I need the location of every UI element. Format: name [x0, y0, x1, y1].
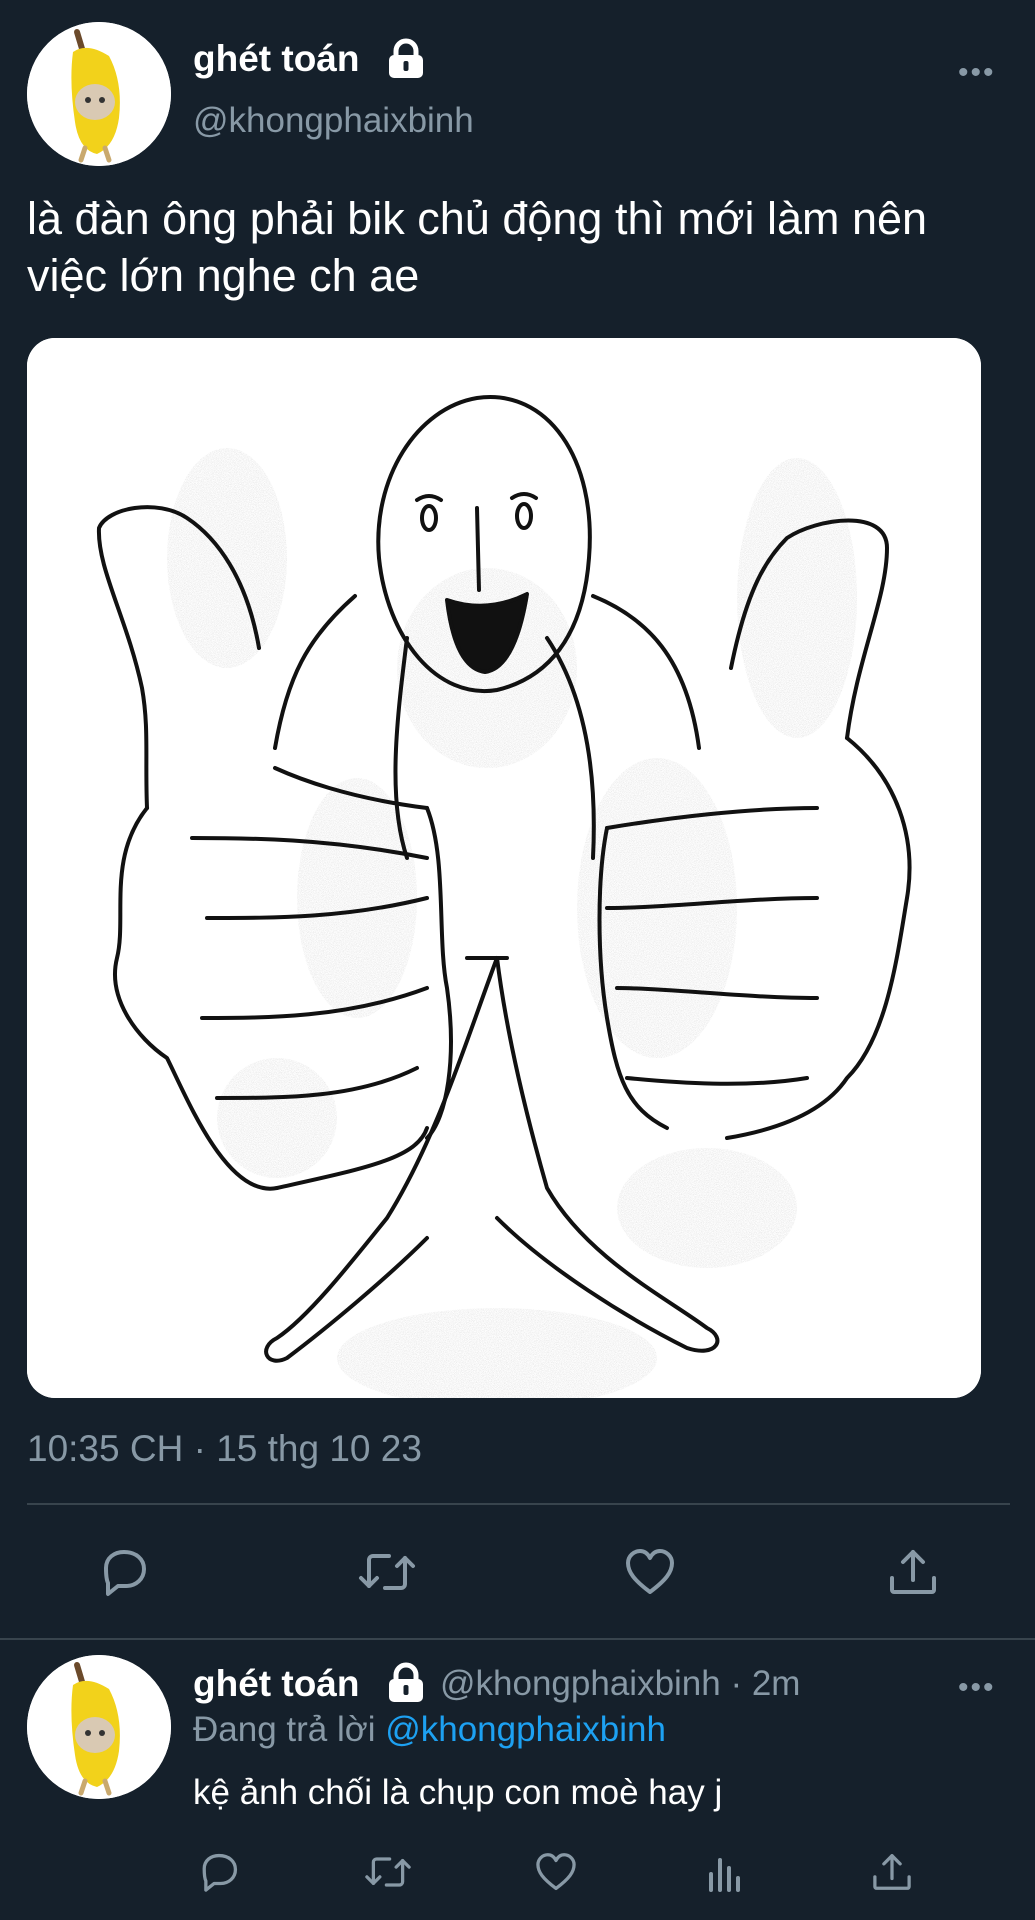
banana-cat-avatar-icon [27, 22, 171, 166]
display-name[interactable]: ghét toán [193, 38, 359, 80]
retweet-icon[interactable] [355, 1546, 419, 1598]
tweet-timestamp[interactable]: 10:35 CH · 15 thg 10 23 [27, 1428, 422, 1470]
tweet-text: là đàn ông phải bik chủ động thì mới làm… [27, 193, 928, 301]
replying-to-label: Đang trả lời [193, 1710, 376, 1749]
like-icon[interactable] [622, 1546, 678, 1598]
analytics-icon[interactable] [703, 1850, 747, 1894]
lock-icon [389, 38, 423, 78]
reply-text: kệ ảnh chối là chụp con moè hay j [193, 1773, 723, 1812]
more-options-icon[interactable]: ••• [958, 56, 996, 90]
share-icon[interactable] [886, 1546, 940, 1598]
reply-icon[interactable] [96, 1546, 152, 1598]
retweet-icon[interactable] [362, 1850, 414, 1894]
like-icon[interactable] [533, 1850, 579, 1894]
tweet-image[interactable] [27, 338, 981, 1398]
lock-icon [389, 1662, 423, 1702]
share-icon[interactable] [870, 1850, 914, 1894]
user-handle[interactable]: @khongphaixbinh [193, 101, 474, 141]
reply-icon[interactable] [196, 1850, 242, 1894]
replying-to-mention[interactable]: @khongphaixbinh [385, 1710, 666, 1749]
divider [0, 1638, 1035, 1640]
avatar[interactable] [27, 22, 171, 166]
reply-more-options-icon[interactable]: ••• [958, 1671, 996, 1705]
reply-display-name[interactable]: ghét toán [193, 1663, 359, 1705]
divider [27, 1503, 1010, 1505]
banana-cat-avatar-icon [27, 1655, 171, 1799]
reply-handle-time[interactable]: @khongphaixbinh · 2m [440, 1664, 800, 1704]
replying-to-context: Đang trả lời @khongphaixbinh [193, 1710, 666, 1750]
thumbs-up-drawing-icon [27, 338, 981, 1398]
reply-avatar[interactable] [27, 1655, 171, 1799]
